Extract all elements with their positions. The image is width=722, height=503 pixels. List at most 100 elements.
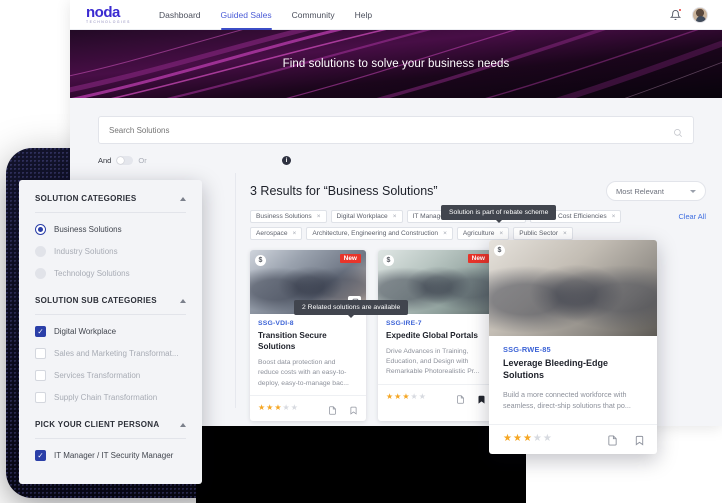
filter-chip[interactable]: Architecture, Engineering and Constructi… — [306, 227, 453, 240]
option-label: Digital Workplace — [54, 327, 117, 336]
radio-icon[interactable] — [35, 268, 46, 279]
avatar[interactable] — [692, 6, 708, 23]
main-nav: Dashboard Guided Sales Community Help — [159, 0, 372, 30]
chevron-down-icon — [690, 189, 696, 193]
card-code: SSG-VDI-8 — [258, 320, 294, 327]
filter-chip[interactable]: Public Sector × — [513, 227, 573, 240]
chevron-up-icon[interactable] — [180, 422, 186, 427]
filter-option-digital-workplace[interactable]: Digital Workplace — [35, 326, 186, 337]
card-image: $ — [489, 240, 657, 336]
close-icon[interactable]: × — [317, 213, 321, 220]
hero-banner: Find solutions to solve your business ne… — [70, 30, 722, 98]
option-label: Supply Chain Transformation — [54, 393, 158, 402]
close-icon[interactable]: × — [563, 230, 567, 237]
filter-option-sales-marketing[interactable]: Sales and Marketing Transformat... — [35, 348, 186, 359]
filter-option-industry-solutions[interactable]: Industry Solutions — [35, 246, 186, 257]
card-actions — [607, 434, 644, 446]
document-icon[interactable] — [456, 392, 465, 404]
card-description: Build a more connected workforce with se… — [503, 390, 631, 411]
close-icon[interactable]: × — [612, 213, 616, 220]
checkbox-icon-checked[interactable] — [35, 450, 46, 461]
card-actions — [328, 403, 358, 415]
solution-card[interactable]: $ New SSG-VDI-8 Transition Secure Soluti… — [250, 250, 366, 421]
or-label: Or — [138, 156, 147, 165]
chevron-up-icon[interactable] — [180, 196, 186, 201]
option-label: IT Manager / IT Security Manager — [54, 451, 174, 460]
rebate-badge[interactable]: $ — [255, 255, 266, 266]
checkbox-icon[interactable] — [35, 348, 46, 359]
card-actions — [456, 392, 486, 404]
new-badge: New — [467, 254, 489, 263]
filter-option-business-solutions[interactable]: Business Solutions — [35, 224, 186, 235]
filter-chip[interactable]: Business Solutions × — [250, 210, 327, 223]
document-icon[interactable] — [328, 403, 337, 415]
filter-section-header-persona[interactable]: PICK YOUR CLIENT PERSONA — [35, 420, 186, 439]
search-section — [70, 98, 722, 144]
filter-option-technology-solutions[interactable]: Technology Solutions — [35, 268, 186, 279]
logo-wordmark: noda — [86, 3, 120, 21]
bookmark-icon-filled[interactable] — [477, 392, 486, 404]
rating-stars[interactable]: ★ ★ ★ ★ ★ — [503, 434, 552, 444]
search-icon[interactable] — [673, 125, 683, 138]
option-label: Sales and Marketing Transformat... — [54, 349, 179, 358]
radio-icon-selected[interactable] — [35, 224, 46, 235]
card-title: Expedite Global Portals — [386, 331, 478, 340]
clear-all-button[interactable]: Clear All — [678, 212, 706, 221]
solution-card[interactable]: $ New SSG-IRE-7 Expedite Global Portals … — [378, 250, 494, 421]
brand-logo[interactable]: noda TECHNOLOGIES — [86, 5, 131, 24]
filter-option-services-transformation[interactable]: Services Transformation — [35, 370, 186, 381]
info-icon[interactable]: i — [282, 156, 291, 165]
rating-stars[interactable]: ★ ★ ★ ★ ★ — [258, 404, 298, 412]
filter-chip[interactable]: Agriculture × — [456, 227, 510, 240]
results-header: 3 Results for “Business Solutions” Most … — [250, 181, 706, 201]
notification-bell-icon[interactable] — [670, 7, 682, 21]
bookmark-icon[interactable] — [634, 434, 644, 446]
checkbox-icon-checked[interactable] — [35, 326, 46, 337]
solution-card-floating[interactable]: $ SSG-RWE-85 Leverage Bleeding-Edge Solu… — [489, 240, 657, 454]
nav-item-community[interactable]: Community — [292, 0, 335, 30]
filter-option-supply-chain[interactable]: Supply Chain Transformation — [35, 392, 186, 403]
nav-item-help[interactable]: Help — [355, 0, 372, 30]
card-title: Leverage Bleeding-Edge Solutions — [503, 358, 609, 381]
card-body: SSG-RWE-85 Leverage Bleeding-Edge Soluti… — [489, 336, 657, 412]
card-description: Drive Advances in Training, Education, a… — [386, 348, 480, 376]
close-icon[interactable]: × — [499, 230, 503, 237]
filter-option-it-manager[interactable]: IT Manager / IT Security Manager — [35, 450, 186, 461]
rebate-badge[interactable]: $ — [383, 255, 394, 266]
and-label: And — [98, 156, 112, 165]
rebate-badge[interactable]: $ — [494, 245, 505, 256]
rating-stars[interactable]: ★ ★ ★ ★ ★ — [386, 393, 426, 401]
search-input[interactable] — [109, 125, 673, 135]
card-body: SSG-VDI-8 Transition Secure Solutions Bo… — [250, 314, 366, 389]
chevron-up-icon[interactable] — [180, 298, 186, 303]
page-title: 3 Results for “Business Solutions” — [250, 184, 438, 198]
chip-label: Digital Workplace — [336, 213, 388, 220]
checkbox-icon[interactable] — [35, 392, 46, 403]
and-or-toggle-group[interactable]: And Or — [98, 156, 147, 165]
and-or-toggle[interactable] — [116, 156, 134, 165]
filter-chip[interactable]: Digital Workplace × — [330, 210, 403, 223]
card-body: SSG-IRE-7 Expedite Global Portals Drive … — [378, 314, 494, 378]
search-box[interactable] — [98, 116, 694, 144]
tooltip-rebate-scheme: Solution is part of rebate scheme — [441, 205, 557, 223]
nav-item-dashboard[interactable]: Dashboard — [159, 0, 201, 30]
document-icon[interactable] — [607, 434, 617, 446]
filter-section-header-categories[interactable]: SOLUTION CATEGORIES — [35, 194, 186, 213]
radio-icon[interactable] — [35, 246, 46, 257]
chip-label: Aerospace — [256, 230, 288, 237]
checkbox-icon[interactable] — [35, 370, 46, 381]
card-footer: ★ ★ ★ ★ ★ — [250, 394, 366, 421]
card-title: Transition Secure Solutions — [258, 331, 327, 352]
filter-section-title: PICK YOUR CLIENT PERSONA — [35, 420, 160, 429]
screenshot-stage: noda TECHNOLOGIES Dashboard Guided Sales… — [0, 0, 722, 503]
filter-section-header-subcategories[interactable]: SOLUTION SUB CATEGORIES — [35, 296, 186, 315]
close-icon[interactable]: × — [293, 230, 297, 237]
sort-dropdown[interactable]: Most Relevant — [606, 181, 706, 201]
close-icon[interactable]: × — [393, 213, 397, 220]
filter-chip[interactable]: Aerospace × — [250, 227, 303, 240]
bookmark-icon[interactable] — [349, 403, 358, 415]
option-label: Services Transformation — [54, 371, 141, 380]
nav-item-guided-sales[interactable]: Guided Sales — [220, 0, 272, 30]
close-icon[interactable]: × — [443, 230, 447, 237]
option-label: Industry Solutions — [54, 247, 118, 256]
